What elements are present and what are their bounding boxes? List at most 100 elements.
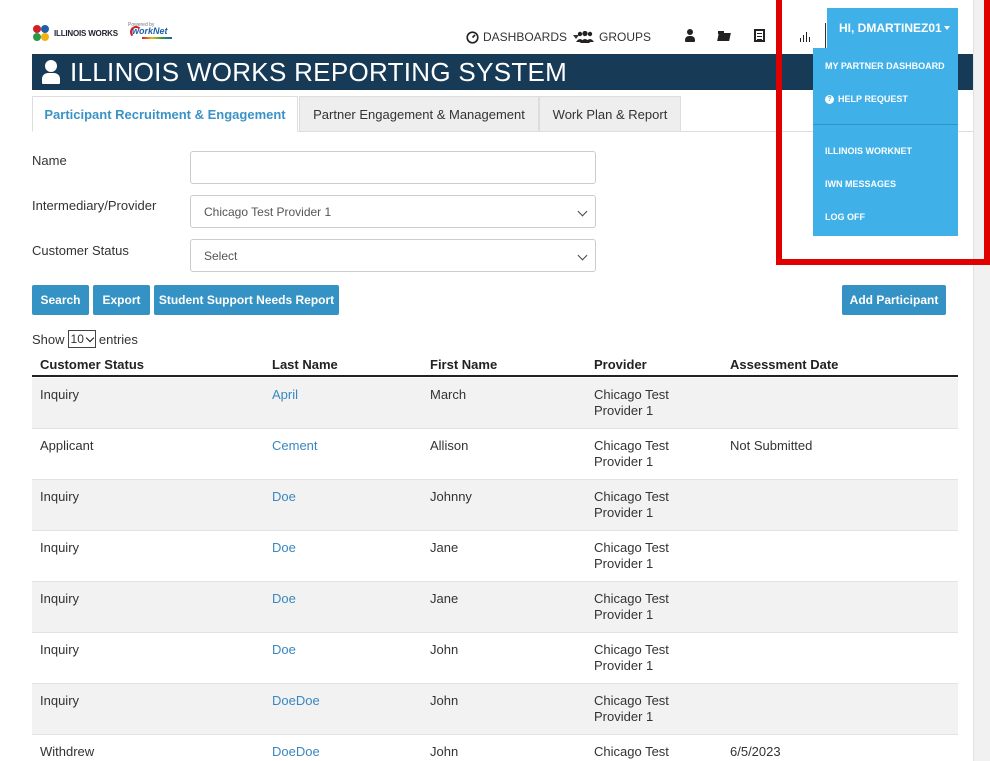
document-list-icon[interactable]: [754, 29, 765, 42]
cell-customer-status: Inquiry: [40, 387, 80, 402]
customer-status-label: Customer Status: [32, 243, 129, 258]
provider-label: Intermediary/Provider: [32, 198, 157, 213]
name-input[interactable]: [190, 151, 596, 184]
cell-last-name[interactable]: DoeDoe: [272, 744, 320, 760]
cell-last-name[interactable]: Doe: [272, 591, 296, 607]
cell-provider: Chicago TestProvider 1: [594, 693, 669, 725]
menu-divider: [813, 124, 958, 125]
column-header-first-name[interactable]: First Name: [430, 357, 497, 372]
help-request-label: HELP REQUEST: [838, 94, 908, 104]
cell-first-name: Johnny: [430, 489, 472, 504]
table-row: Inquiry Doe Jane Chicago Test Provider 1: [32, 582, 958, 633]
cell-customer-status: Inquiry: [40, 489, 80, 504]
groups-menu[interactable]: GROUPS: [575, 30, 651, 44]
menu-item-illinois-worknet[interactable]: ILLINOIS WORKNET: [825, 146, 912, 156]
cell-first-name: Jane: [430, 540, 459, 555]
cell-customer-status: Applicant: [40, 438, 94, 453]
provider-select[interactable]: Chicago Test Provider 1: [190, 195, 596, 228]
table-row: Applicant Cement Allison Chicago Test Provid…: [32, 429, 958, 480]
account-dropdown-menu: MY PARTNER DASHBOARD ? HELP REQUEST ILLI…: [813, 48, 958, 236]
chevron-down-icon: [577, 206, 588, 217]
illinois-works-logo[interactable]: ILLINOIS WORKS: [32, 22, 118, 44]
dashboard-gauge-icon: [466, 30, 479, 44]
entries-value: 10: [70, 332, 84, 346]
show-label: Show: [32, 331, 65, 347]
chevron-down-icon: [943, 26, 950, 30]
entries-per-page-select[interactable]: 10: [67, 330, 96, 348]
cell-last-name[interactable]: Doe: [272, 642, 296, 658]
cell-last-name[interactable]: Doe: [272, 540, 296, 556]
cell-provider: Chicago TestProvider 1: [594, 642, 669, 674]
cell-customer-status: Withdrew: [40, 744, 95, 759]
logo-mark-icon: [32, 24, 50, 42]
tab-participant-recruitment[interactable]: Participant Recruitment & Engagement: [32, 96, 298, 132]
provider-line-1: Chicago Test: [594, 744, 669, 759]
cell-customer-status: Inquiry: [40, 693, 80, 708]
table-header: Customer Status Last Name First Name Pro…: [32, 353, 958, 377]
cell-first-name: John: [430, 642, 459, 657]
illinois-worknet-logo[interactable]: Powered by workNet: [124, 20, 180, 44]
table-row: Inquiry Doe John Chicago Test Provider 1: [32, 633, 958, 684]
provider-line-1: Chicago Test: [594, 642, 669, 657]
chevron-down-icon: [85, 333, 95, 342]
column-header-customer-status[interactable]: Customer Status: [40, 357, 144, 372]
search-button[interactable]: Search: [32, 285, 89, 315]
table-row: Inquiry April March Chicago Test Provider 1: [32, 378, 958, 429]
cell-customer-status: Inquiry: [40, 642, 80, 657]
provider-line-1: Chicago Test: [594, 438, 669, 453]
cell-first-name: March: [430, 387, 467, 402]
menu-item-log-off[interactable]: LOG OFF: [825, 212, 865, 222]
cell-last-name[interactable]: Cement: [272, 438, 318, 454]
student-support-needs-report-button[interactable]: Student Support Needs Report: [154, 285, 339, 315]
dashboards-label: DASHBOARDS: [483, 30, 568, 44]
cell-customer-status: Inquiry: [40, 540, 80, 555]
cell-provider: Chicago TestProvider 1: [594, 387, 669, 419]
provider-line-1: Chicago Test: [594, 693, 669, 708]
table-row: Inquiry DoeDoe John Chicago Test Provider 1: [32, 684, 958, 735]
provider-line-2: Provider 1: [594, 607, 654, 622]
column-header-assessment-date[interactable]: Assessment Date: [730, 357, 838, 372]
user-profile-icon[interactable]: [683, 29, 697, 43]
table-row: Withdrew DoeDoe John Chicago TestProvider 1…: [32, 735, 958, 761]
cell-assessment-date: 6/5/2023: [730, 744, 781, 759]
tab-partner-engagement[interactable]: Partner Engagement & Management: [299, 96, 539, 132]
dashboards-menu[interactable]: DASHBOARDS: [466, 30, 580, 44]
page: ILLINOIS WORKS Powered by workNet DASHBO…: [0, 0, 973, 761]
menu-item-iwn-messages[interactable]: IWN MESSAGES: [825, 179, 896, 189]
cell-first-name: John: [430, 693, 459, 708]
cell-last-name[interactable]: April: [272, 387, 298, 403]
cell-provider: Chicago TestProvider 1: [594, 438, 669, 470]
provider-line-2: Provider 1: [594, 658, 654, 673]
menu-item-my-partner-dashboard[interactable]: MY PARTNER DASHBOARD: [825, 61, 945, 71]
add-participant-button[interactable]: Add Participant: [842, 285, 946, 315]
provider-select-value: Chicago Test Provider 1: [204, 204, 332, 219]
groups-icon: [576, 30, 594, 43]
folder-icon[interactable]: [717, 29, 731, 43]
question-circle-icon: ?: [825, 94, 834, 104]
chevron-down-icon: [577, 250, 588, 261]
account-menu-button[interactable]: HI, DMARTINEZ01: [827, 8, 958, 48]
cell-last-name[interactable]: Doe: [272, 489, 296, 505]
table-row: Inquiry Doe Johnny Chicago Test Provider 1: [32, 480, 958, 531]
column-header-last-name[interactable]: Last Name: [272, 357, 338, 372]
provider-line-2: Provider 1: [594, 556, 654, 571]
cell-last-name[interactable]: DoeDoe: [272, 693, 320, 709]
provider-line-1: Chicago Test: [594, 540, 669, 555]
groups-label: GROUPS: [599, 30, 652, 44]
export-button[interactable]: Export: [93, 285, 150, 315]
menu-item-help-request[interactable]: ? HELP REQUEST: [825, 94, 908, 104]
show-entries: Show 10 entries: [32, 330, 138, 348]
cell-provider: Chicago TestProvider 1: [594, 744, 669, 761]
column-header-provider[interactable]: Provider: [594, 357, 647, 372]
table-row: Inquiry Doe Jane Chicago Test Provider 1: [32, 531, 958, 582]
cell-provider: Chicago TestProvider 1: [594, 591, 669, 623]
tab-work-plan-report[interactable]: Work Plan & Report: [539, 96, 681, 132]
logo2-text: workNet: [132, 26, 168, 36]
provider-line-2: Provider 1: [594, 505, 654, 520]
vertical-scrollbar[interactable]: [973, 0, 990, 761]
cell-first-name: Jane: [430, 591, 459, 606]
cell-assessment-date: Not Submitted: [730, 438, 813, 453]
nav-divider: [825, 23, 826, 49]
bar-chart-icon[interactable]: [798, 29, 812, 43]
customer-status-select[interactable]: Select: [190, 239, 596, 272]
